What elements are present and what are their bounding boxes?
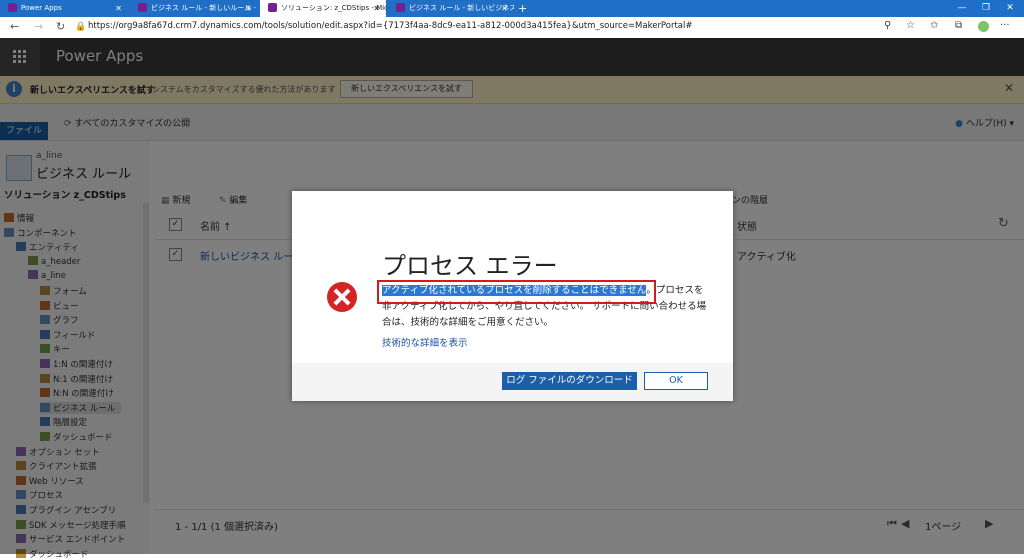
address-bar: ← → ↻ 🔒 https://org9a8fa67d.crm7.dynamic… [0,17,1024,39]
more-menu-icon[interactable]: ··· [1000,20,1010,31]
tab-solution[interactable]: ソリューション: z_CDStips - Microso ✕ [260,0,386,17]
close-tab-icon[interactable]: ✕ [501,0,508,17]
dynamics-favicon-icon [396,3,405,12]
close-tab-icon[interactable]: ✕ [115,0,122,17]
dialog-button-bar: ログ ファイルのダウンロード OK [292,363,733,401]
dynamics-favicon-icon [268,3,277,12]
powerapps-favicon-icon [8,3,17,12]
tab-label: ビジネス ルール - 新しいビジネス ル [409,4,514,12]
url-field[interactable]: https://org9a8fa67d.crm7.dynamics.com/to… [88,21,692,31]
tab-label: ソリューション: z_CDStips - Microso [281,4,386,12]
highlight-annotation-box [377,280,656,304]
tab-business-rule-2[interactable]: ビジネス ルール - 新しいビジネス ル ✕ [388,0,514,17]
download-log-button[interactable]: ログ ファイルのダウンロード [502,372,637,390]
technical-details-link[interactable]: 技術的な詳細を表示 [382,335,468,349]
collections-icon[interactable]: ⧉ [955,20,962,31]
ok-button[interactable]: OK [644,372,708,390]
tab-label: Power Apps [21,4,62,12]
dynamics-favicon-icon [138,3,147,12]
favorites-icon[interactable]: ✩ [930,20,938,31]
new-tab-button[interactable]: + [518,0,534,17]
favorite-star-icon[interactable]: ☆ [906,20,915,31]
lock-icon: 🔒 [75,22,87,32]
zoom-icon[interactable]: ⚲ [884,20,891,31]
maximize-icon[interactable]: ❐ [974,0,998,17]
profile-avatar[interactable] [978,21,989,32]
close-tab-icon[interactable]: ✕ [373,0,380,17]
browser-tab-bar: Power Apps ✕ ビジネス ルール - 新しいルール - Micr ✕ … [0,0,1024,17]
process-error-dialog: プロセス エラー アクティブ化されているプロセスを削除することはできません。プロ… [292,191,733,401]
refresh-icon[interactable]: ↻ [56,20,65,33]
tab-business-rule[interactable]: ビジネス ルール - 新しいルール - Micr ✕ [130,0,258,17]
tab-label: ビジネス ルール - 新しいルール - Micr [151,4,258,12]
close-tab-icon[interactable]: ✕ [245,0,252,17]
close-window-icon[interactable]: ✕ [998,0,1022,17]
dialog-title: プロセス エラー [382,252,558,280]
tab-power-apps[interactable]: Power Apps ✕ [0,0,128,17]
back-icon[interactable]: ← [10,20,19,33]
minimize-icon[interactable]: — [950,0,974,17]
error-x-icon [327,282,357,312]
forward-icon: → [34,20,44,33]
